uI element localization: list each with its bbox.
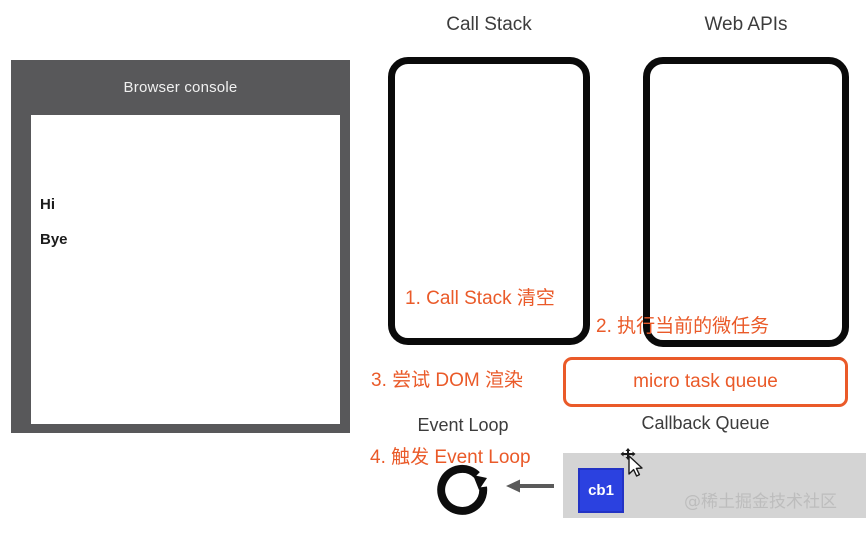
annotation-dom-render: 3. 尝试 DOM 渲染 — [371, 370, 524, 391]
annotation-run-microtasks: 2. 执行当前的微任务 — [596, 316, 770, 337]
call-stack-heading: Call Stack — [446, 14, 532, 35]
browser-console-panel: Browser console Hi Bye — [11, 60, 350, 433]
move-cursor-icon — [620, 448, 643, 477]
annotation-call-stack-cleared: 1. Call Stack 清空 — [405, 288, 555, 309]
left-arrow-icon — [506, 479, 554, 493]
browser-console-title: Browser console — [123, 79, 238, 96]
web-apis-heading: Web APIs — [704, 14, 788, 35]
browser-console-output: Hi Bye — [31, 115, 340, 424]
console-log-line: Bye — [40, 231, 68, 248]
console-log-line: Hi — [40, 196, 55, 213]
event-loop-heading: Event Loop — [417, 415, 509, 435]
micro-task-queue-label: micro task queue — [633, 371, 778, 392]
callback-queue-heading: Callback Queue — [641, 413, 770, 433]
callback-queue-item-cb1[interactable]: cb1 — [578, 468, 624, 513]
watermark-text: @稀土掘金技术社区 — [684, 492, 837, 512]
micro-task-queue-box: micro task queue — [563, 357, 848, 407]
circular-arrow-icon — [437, 464, 488, 515]
web-apis-box — [643, 57, 849, 347]
